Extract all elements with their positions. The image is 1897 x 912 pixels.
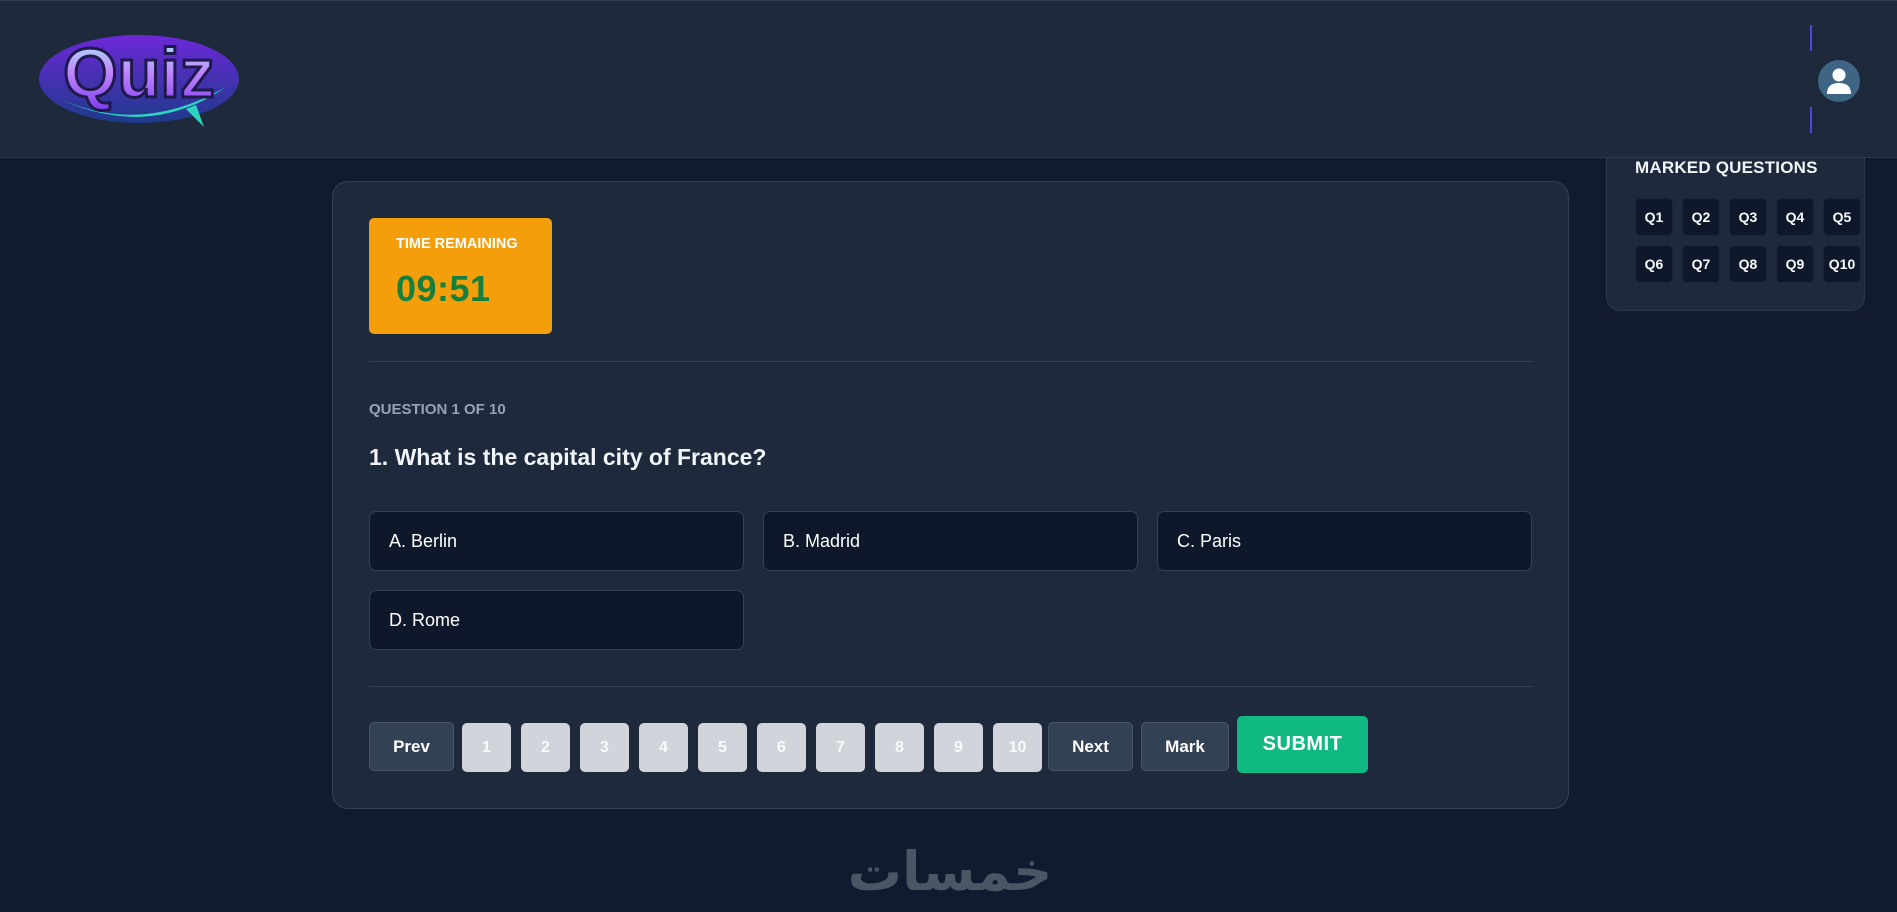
option-d[interactable]: D. Rome — [369, 590, 744, 650]
question-text: 1. What is the capital city of France? — [369, 444, 767, 470]
mark-button[interactable]: Mark — [1141, 722, 1229, 771]
quiz-card: TIME REMAINING 09:51 QUESTION 1 OF 10 1.… — [332, 181, 1569, 809]
question-progress: QUESTION 1 OF 10 — [369, 401, 506, 418]
page-button-3[interactable]: 3 — [580, 723, 629, 772]
page-button-4[interactable]: 4 — [639, 723, 688, 772]
page-button-7[interactable]: 7 — [816, 723, 865, 772]
top-navbar: Quiz — [0, 0, 1897, 158]
page-button-8[interactable]: 8 — [875, 723, 924, 772]
header-divider-top — [1810, 25, 1812, 51]
marked-question-q3[interactable]: Q3 — [1729, 198, 1767, 236]
timer-value: 09:51 — [396, 268, 491, 309]
page-button-9[interactable]: 9 — [934, 723, 983, 772]
marked-question-q4[interactable]: Q4 — [1776, 198, 1814, 236]
timer-box: TIME REMAINING 09:51 — [369, 218, 552, 334]
header-divider-bottom — [1810, 107, 1812, 133]
watermark-logo: خمسات — [847, 840, 1053, 903]
page-button-6[interactable]: 6 — [757, 723, 806, 772]
page-buttons: 1 2 3 4 5 6 7 8 9 10 — [462, 723, 1042, 772]
logo-text: Quiz — [63, 34, 215, 112]
next-button[interactable]: Next — [1048, 722, 1133, 771]
submit-button[interactable]: SUBMIT — [1237, 716, 1368, 773]
page-button-2[interactable]: 2 — [521, 723, 570, 772]
user-icon — [1827, 68, 1851, 94]
option-b[interactable]: B. Madrid — [763, 511, 1138, 571]
marked-question-q8[interactable]: Q8 — [1729, 245, 1767, 283]
option-a[interactable]: A. Berlin — [369, 511, 744, 571]
page-button-1[interactable]: 1 — [462, 723, 511, 772]
timer-label: TIME REMAINING — [396, 236, 518, 252]
marked-questions-grid: Q1 Q2 Q3 Q4 Q5 Q6 Q7 Q8 Q9 Q10 — [1635, 198, 1861, 283]
marked-question-q10[interactable]: Q10 — [1823, 245, 1861, 283]
user-avatar[interactable] — [1818, 60, 1860, 102]
marked-questions-title: MARKED QUESTIONS — [1635, 158, 1818, 177]
page-button-5[interactable]: 5 — [698, 723, 747, 772]
divider — [369, 686, 1533, 687]
divider — [369, 361, 1533, 362]
option-c[interactable]: C. Paris — [1157, 511, 1532, 571]
page-button-10[interactable]: 10 — [993, 723, 1042, 772]
marked-question-q5[interactable]: Q5 — [1823, 198, 1861, 236]
marked-question-q9[interactable]: Q9 — [1776, 245, 1814, 283]
marked-question-q1[interactable]: Q1 — [1635, 198, 1673, 236]
prev-button[interactable]: Prev — [369, 722, 454, 771]
marked-question-q7[interactable]: Q7 — [1682, 245, 1720, 283]
quiz-logo[interactable]: Quiz — [36, 19, 242, 131]
marked-question-q6[interactable]: Q6 — [1635, 245, 1673, 283]
marked-question-q2[interactable]: Q2 — [1682, 198, 1720, 236]
